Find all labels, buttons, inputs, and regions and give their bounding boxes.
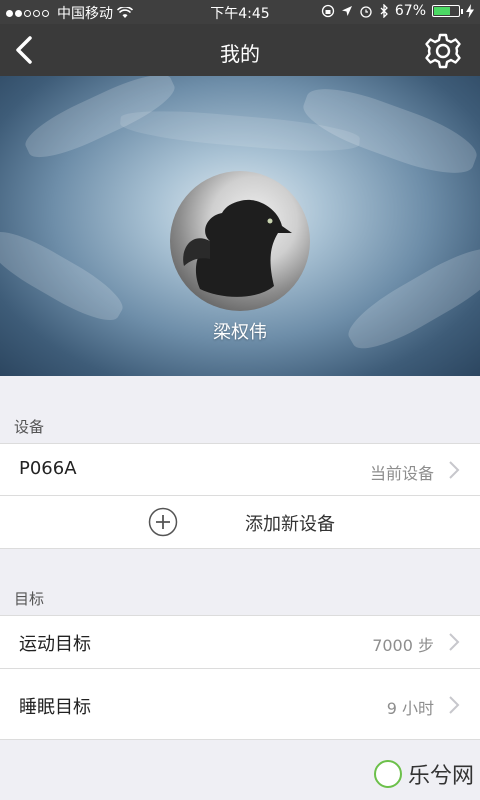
- bluetooth-icon: [380, 4, 388, 18]
- divider: [0, 548, 480, 549]
- status-right: 67%: [321, 3, 474, 19]
- device-name: P066A: [19, 458, 77, 479]
- sleep-goal-row[interactable]: 睡眠目标 9 小时: [0, 669, 480, 739]
- goal-label: 运动目标: [19, 634, 91, 655]
- battery-icon: [432, 5, 463, 17]
- status-bar: 中国移动 下午4:45 67%: [0, 0, 480, 24]
- goal-value: 7000 步: [372, 636, 434, 655]
- add-device-label: 添加新设备: [245, 514, 335, 535]
- avatar-bird-image: [183, 199, 292, 297]
- battery-percent: 67%: [394, 3, 426, 19]
- current-device-row[interactable]: P066A 当前设备: [0, 444, 480, 496]
- navigation-bar: 我的: [0, 24, 480, 76]
- page-title: 我的: [220, 42, 260, 66]
- watermark: 乐兮网: [373, 758, 474, 790]
- location-icon: [341, 6, 352, 16]
- chevron-right-icon: [449, 633, 460, 651]
- divider: [0, 739, 480, 740]
- goals-section-label: 目标: [14, 590, 45, 608]
- chevron-right-icon: [449, 461, 460, 479]
- devices-section-label: 设备: [14, 418, 45, 436]
- exercise-goal-row[interactable]: 运动目标 7000 步: [0, 616, 480, 668]
- avatar[interactable]: [170, 171, 310, 311]
- profile-banner: 梁权伟: [0, 76, 480, 376]
- device-status: 当前设备: [369, 464, 434, 483]
- lock-rotation-icon: [321, 4, 335, 18]
- chevron-right-icon: [449, 696, 460, 714]
- gear-icon[interactable]: [424, 32, 462, 70]
- username: 梁权伟: [213, 322, 267, 343]
- alarm-icon: [360, 6, 372, 18]
- watermark-text: 乐兮网: [407, 764, 474, 789]
- watermark-logo-icon: [373, 760, 402, 788]
- goal-label: 睡眠目标: [19, 697, 91, 718]
- charging-icon: [466, 4, 474, 18]
- goal-value: 9 小时: [386, 699, 434, 718]
- add-device-button[interactable]: 添加新设备: [0, 496, 480, 548]
